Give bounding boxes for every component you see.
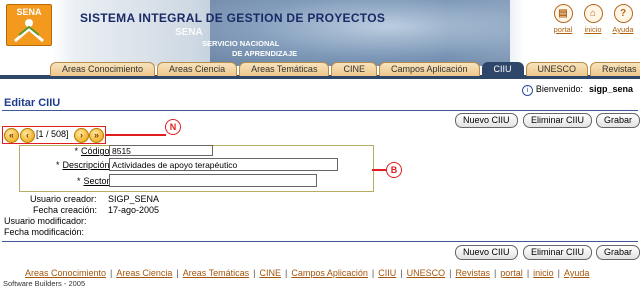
info-icon: i <box>521 85 533 96</box>
callout-b: B <box>386 162 402 178</box>
usuario-modificador-label: Usuario modificador: <box>4 216 87 226</box>
top-link-inicio[interactable]: ⌂ inicio <box>582 4 604 34</box>
tab-areas-ciencia[interactable]: Areas Ciencia <box>157 62 238 76</box>
footer-link-campos-aplicacion[interactable]: Campos Aplicación <box>291 268 368 278</box>
sena-logo-icon <box>14 19 44 43</box>
main-tabs: Areas Conocimiento Areas Ciencia Areas T… <box>50 62 640 76</box>
codigo-field[interactable]: 8515 <box>109 145 213 156</box>
tab-areas-conocimiento[interactable]: Areas Conocimiento <box>50 62 156 76</box>
record-navigator: « ‹ [1 / 508] › » <box>2 126 106 144</box>
sena-logo: SENA <box>6 4 52 58</box>
top-links: ▤ portal ⌂ inicio ? Ayuda <box>552 4 634 34</box>
bottom-divider <box>2 241 638 242</box>
page-title: Editar CIIU <box>4 97 61 109</box>
sector-label: * Sector: <box>76 176 112 186</box>
nuevo-ciiu-button-bottom[interactable]: Nuevo CIIU <box>455 245 518 260</box>
eliminar-ciiu-button-bottom[interactable]: Eliminar CIIU <box>523 245 593 260</box>
banner-subtitle-1: SERVICIO NACIONAL <box>202 39 280 48</box>
callout-n-line <box>106 134 166 136</box>
welcome-label: Bienvenido: <box>535 84 583 94</box>
welcome-bar: i Bienvenido: sigp_sena <box>521 84 633 96</box>
app-title: SISTEMA INTEGRAL DE GESTION DE PROYECTOS <box>80 11 386 25</box>
footer-link-revistas[interactable]: Revistas <box>455 268 490 278</box>
descripcion-field[interactable]: Actividades de apoyo terapéutico <box>109 158 338 171</box>
welcome-user: sigp_sena <box>588 84 633 94</box>
help-icon[interactable]: ? <box>613 4 633 23</box>
record-counter: [1 / 508] <box>36 129 69 139</box>
grabar-button[interactable]: Grabar <box>596 113 640 128</box>
eliminar-ciiu-button[interactable]: Eliminar CIIU <box>523 113 593 128</box>
callout-n: N <box>165 119 181 135</box>
grabar-button-bottom[interactable]: Grabar <box>596 245 640 260</box>
fecha-modificacion-label: Fecha modificación: <box>4 227 85 237</box>
top-link-portal[interactable]: ▤ portal <box>552 4 574 34</box>
title-divider <box>2 110 638 111</box>
last-record-button[interactable]: » <box>89 128 104 143</box>
tab-unesco[interactable]: UNESCO <box>525 62 589 76</box>
footer-link-cine[interactable]: CINE <box>259 268 281 278</box>
banner-word: SENA <box>175 27 203 38</box>
book-icon[interactable]: ▤ <box>553 4 573 23</box>
home-icon[interactable]: ⌂ <box>583 4 603 23</box>
banner-subtitle-2: DE APRENDIZAJE <box>232 49 298 58</box>
header-banner: SENA SISTEMA INTEGRAL DE GESTION DE PROY… <box>0 0 640 66</box>
previous-record-button[interactable]: ‹ <box>20 128 35 143</box>
codigo-label: * Código: <box>74 146 112 156</box>
footer-link-unesco[interactable]: UNESCO <box>407 268 446 278</box>
tab-revistas[interactable]: Revistas <box>590 62 640 76</box>
top-link-ayuda[interactable]: ? Ayuda <box>612 4 634 34</box>
copyright: Software Builders - 2005 <box>3 279 86 288</box>
tab-cine[interactable]: CINE <box>331 62 377 76</box>
tab-campos-aplicacion[interactable]: Campos Aplicación <box>378 62 480 76</box>
top-link-inicio-label[interactable]: inicio <box>584 25 601 34</box>
sector-field[interactable] <box>109 174 317 187</box>
footer-link-areas-conocimiento[interactable]: Areas Conocimiento <box>25 268 106 278</box>
tab-areas-tematicas[interactable]: Areas Temáticas <box>239 62 330 76</box>
footer-link-ayuda[interactable]: Ayuda <box>564 268 589 278</box>
next-record-button[interactable]: › <box>74 128 89 143</box>
usuario-creador-label: Usuario creador: <box>30 194 97 204</box>
usuario-creador-value: SIGP_SENA <box>108 194 160 204</box>
footer-link-areas-tematicas[interactable]: Areas Temáticas <box>183 268 249 278</box>
fecha-creacion-label: Fecha creación: <box>33 205 98 215</box>
footer-links: Areas Conocimiento | Areas Ciencia | Areas T… <box>25 268 590 278</box>
descripcion-label: * Descripción: <box>55 160 112 170</box>
top-link-portal-label[interactable]: portal <box>554 25 573 34</box>
top-link-ayuda-label[interactable]: Ayuda <box>612 25 633 34</box>
tab-ciiu[interactable]: CIIU <box>481 62 524 76</box>
footer-link-areas-ciencia[interactable]: Areas Ciencia <box>116 268 172 278</box>
footer-link-inicio[interactable]: inicio <box>533 268 554 278</box>
first-record-button[interactable]: « <box>4 128 19 143</box>
footer-link-portal[interactable]: portal <box>500 268 523 278</box>
fecha-creacion-value: 17-ago-2005 <box>108 205 160 215</box>
footer-link-ciiu[interactable]: CIIU <box>378 268 396 278</box>
nuevo-ciiu-button[interactable]: Nuevo CIIU <box>455 113 518 128</box>
callout-b-line <box>372 169 386 171</box>
